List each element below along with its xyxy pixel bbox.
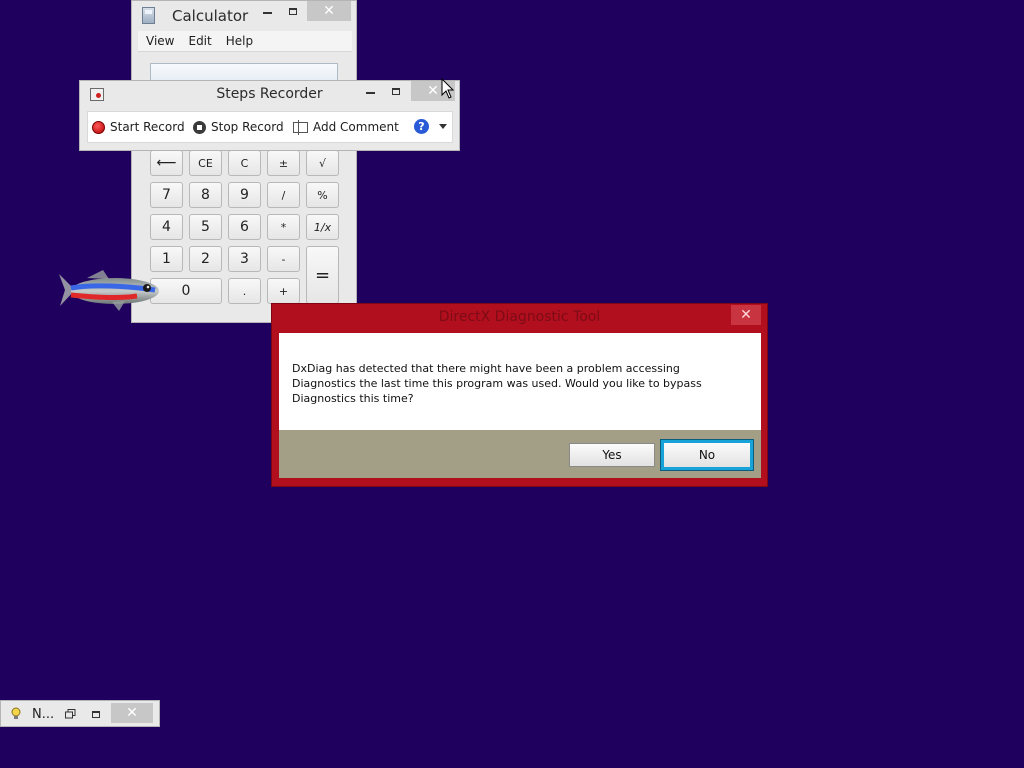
- key-2[interactable]: 2: [189, 246, 222, 272]
- minimized-window-label: N...: [32, 707, 55, 722]
- mouse-cursor-icon: [441, 78, 455, 99]
- key-percent[interactable]: %: [306, 182, 339, 208]
- key-sqrt[interactable]: √: [306, 150, 339, 176]
- record-icon: [92, 120, 105, 134]
- stop-record-button[interactable]: Stop Record: [193, 120, 284, 134]
- key-plus[interactable]: +: [267, 278, 300, 304]
- menu-help[interactable]: Help: [218, 34, 259, 48]
- key-backspace[interactable]: ⟵: [150, 150, 183, 176]
- maximize-icon: [392, 87, 400, 95]
- stop-icon: [193, 120, 206, 134]
- no-button[interactable]: No: [660, 439, 754, 471]
- key-equals[interactable]: =: [306, 246, 339, 304]
- neon-tetra-fish-image: [59, 270, 159, 311]
- minimized-restore-button[interactable]: [59, 704, 81, 724]
- dialog-body: DxDiag has detected that there might hav…: [279, 333, 761, 430]
- key-plus-minus[interactable]: ±: [267, 150, 300, 176]
- key-7[interactable]: 7: [150, 182, 183, 208]
- yes-button[interactable]: Yes: [569, 443, 655, 467]
- minimized-window[interactable]: N... ✕: [0, 700, 160, 727]
- steps-recorder-toolbar: Start Record Stop Record Add Comment ?: [87, 111, 453, 143]
- calculator-close-button[interactable]: ✕: [307, 1, 351, 21]
- key-divide[interactable]: /: [267, 182, 300, 208]
- minimized-close-button[interactable]: ✕: [111, 703, 153, 723]
- key-6[interactable]: 6: [228, 214, 261, 240]
- add-comment-label: Add Comment: [313, 120, 399, 134]
- steps-recorder-maximize-button[interactable]: [385, 81, 407, 101]
- calculator-maximize-button[interactable]: [282, 1, 304, 21]
- dialog-message: DxDiag has detected that there might hav…: [292, 362, 702, 405]
- menu-view[interactable]: View: [138, 34, 180, 48]
- calculator-menubar: View Edit Help: [138, 31, 352, 52]
- add-comment-button[interactable]: Add Comment: [293, 119, 399, 135]
- minimize-icon: [365, 92, 375, 94]
- chevron-down-icon[interactable]: [439, 124, 447, 129]
- help-icon: ?: [414, 119, 429, 134]
- steps-recorder-minimize-button[interactable]: [359, 81, 381, 101]
- start-record-label: Start Record: [110, 120, 185, 134]
- minimize-icon: [262, 12, 272, 14]
- directx-diagnostic-dialog[interactable]: DirectX Diagnostic Tool ✕ DxDiag has det…: [271, 303, 768, 487]
- comment-icon: [293, 119, 308, 135]
- key-4[interactable]: 4: [150, 214, 183, 240]
- menu-edit[interactable]: Edit: [180, 34, 217, 48]
- calculator-window[interactable]: Calculator ✕ View Edit Help ⟵ CE C ± √ 7…: [131, 0, 357, 323]
- steps-recorder-window[interactable]: Steps Recorder ✕ Start Record Stop Recor…: [79, 80, 460, 151]
- restore-icon: [64, 709, 75, 719]
- dialog-close-button[interactable]: ✕: [731, 305, 761, 325]
- dialog-title: DirectX Diagnostic Tool: [438, 309, 601, 325]
- key-minus[interactable]: -: [267, 246, 300, 272]
- calculator-title: Calculator: [172, 7, 249, 25]
- key-3[interactable]: 3: [228, 246, 261, 272]
- key-multiply[interactable]: *: [267, 214, 300, 240]
- desktop[interactable]: Calculator ✕ View Edit Help ⟵ CE C ± √ 7…: [0, 0, 1024, 768]
- dialog-button-bar: Yes No: [279, 430, 761, 478]
- key-ce[interactable]: CE: [189, 150, 222, 176]
- key-reciprocal[interactable]: 1/x: [306, 214, 339, 240]
- key-decimal[interactable]: .: [228, 278, 261, 304]
- key-9[interactable]: 9: [228, 182, 261, 208]
- start-record-button[interactable]: Start Record: [92, 120, 185, 134]
- calculator-minimize-button[interactable]: [256, 1, 278, 21]
- calculator-app-icon: [142, 7, 155, 24]
- key-5[interactable]: 5: [189, 214, 222, 240]
- key-8[interactable]: 8: [189, 182, 222, 208]
- maximize-icon: [289, 7, 297, 15]
- help-button[interactable]: ?: [414, 119, 447, 134]
- maximize-icon: [92, 710, 100, 718]
- key-c[interactable]: C: [228, 150, 261, 176]
- lightbulb-icon: [11, 707, 21, 719]
- minimized-maximize-button[interactable]: [85, 704, 107, 724]
- stop-record-label: Stop Record: [211, 120, 284, 134]
